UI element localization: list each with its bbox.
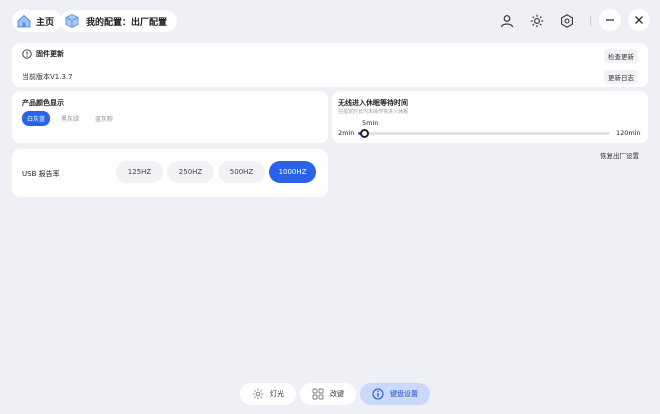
firmware-title-label: 固件更新 bbox=[36, 50, 64, 58]
nav-remap-label: 改键 bbox=[330, 390, 344, 398]
sleep-min-label: 2min bbox=[338, 129, 355, 137]
color-option-1[interactable]: 白灰蓝 bbox=[22, 111, 51, 126]
close-button[interactable] bbox=[628, 9, 650, 31]
close-icon bbox=[634, 15, 644, 25]
home-icon bbox=[16, 13, 32, 29]
home-tab[interactable]: 主页 bbox=[12, 10, 63, 32]
usb-rate-1000[interactable]: 1000HZ bbox=[269, 161, 316, 183]
sleep-card: 无线进入休眠等待时间 在指定时长内未操作将进入休眠 5min 2min 120m… bbox=[332, 91, 648, 143]
usb-rate-125[interactable]: 125HZ bbox=[116, 161, 163, 183]
nav-keyboard-settings-label: 键盘设置 bbox=[390, 390, 418, 398]
sleep-max-label: 120min bbox=[616, 129, 641, 137]
factory-reset-button[interactable]: 恢复出厂设置 bbox=[600, 150, 639, 160]
brightness-icon[interactable] bbox=[528, 12, 546, 30]
config-label: 我的配置：出厂配置 bbox=[86, 17, 168, 28]
nav-lighting[interactable]: 灯光 bbox=[240, 383, 296, 405]
sleep-slider[interactable] bbox=[358, 129, 610, 138]
user-icon[interactable] bbox=[498, 12, 516, 30]
color-option-3[interactable]: 蓝灰粉 bbox=[90, 111, 118, 126]
usb-rate-250[interactable]: 250HZ bbox=[167, 161, 214, 183]
alert-circle-icon bbox=[22, 49, 32, 59]
product-color-card: 产品颜色显示 白灰蓝 黑灰绿 蓝灰粉 bbox=[12, 91, 328, 143]
firmware-version: 当前版本V1.3.7 bbox=[22, 73, 73, 81]
changelog-button[interactable]: 更新日志 bbox=[604, 70, 638, 84]
usb-report-options: 125HZ 250HZ 500HZ 1000HZ bbox=[116, 161, 316, 183]
keys-grid-icon bbox=[312, 388, 324, 400]
product-color-title: 产品颜色显示 bbox=[22, 99, 64, 107]
sleep-slider-handle[interactable] bbox=[360, 129, 370, 138]
check-update-button[interactable]: 检查更新 bbox=[604, 49, 638, 63]
minimize-button[interactable] bbox=[599, 9, 621, 31]
cube-icon bbox=[64, 13, 80, 29]
settings-icon[interactable] bbox=[558, 12, 576, 30]
info-icon bbox=[372, 388, 384, 400]
home-label: 主页 bbox=[36, 17, 55, 28]
usb-rate-500[interactable]: 500HZ bbox=[218, 161, 265, 183]
nav-remap[interactable]: 改键 bbox=[300, 383, 356, 405]
usb-report-label: USB 报告率 bbox=[22, 170, 60, 178]
color-option-2[interactable]: 黑灰绿 bbox=[56, 111, 84, 126]
usb-report-card: USB 报告率 125HZ 250HZ 500HZ 1000HZ bbox=[12, 149, 328, 197]
config-tab[interactable]: 我的配置：出厂配置 bbox=[60, 10, 178, 32]
color-options: 白灰蓝 黑灰绿 蓝灰粉 bbox=[22, 111, 118, 126]
bottom-nav: 灯光 改键 键盘设置 bbox=[240, 383, 430, 405]
firmware-title: 固件更新 bbox=[22, 49, 64, 59]
sleep-subtitle: 在指定时长内未操作将进入休眠 bbox=[338, 109, 409, 115]
firmware-card: 固件更新 检查更新 当前版本V1.3.7 更新日志 bbox=[12, 43, 648, 87]
nav-keyboard-settings[interactable]: 键盘设置 bbox=[360, 383, 430, 405]
titlebar-divider bbox=[590, 16, 591, 26]
sleep-current-value: 5min bbox=[362, 119, 379, 127]
minimize-icon bbox=[605, 15, 615, 25]
sleep-title: 无线进入休眠等待时间 bbox=[338, 99, 408, 107]
light-icon bbox=[252, 388, 264, 400]
nav-lighting-label: 灯光 bbox=[270, 390, 284, 398]
title-bar: 主页 我的配置：出厂配置 bbox=[0, 0, 660, 40]
